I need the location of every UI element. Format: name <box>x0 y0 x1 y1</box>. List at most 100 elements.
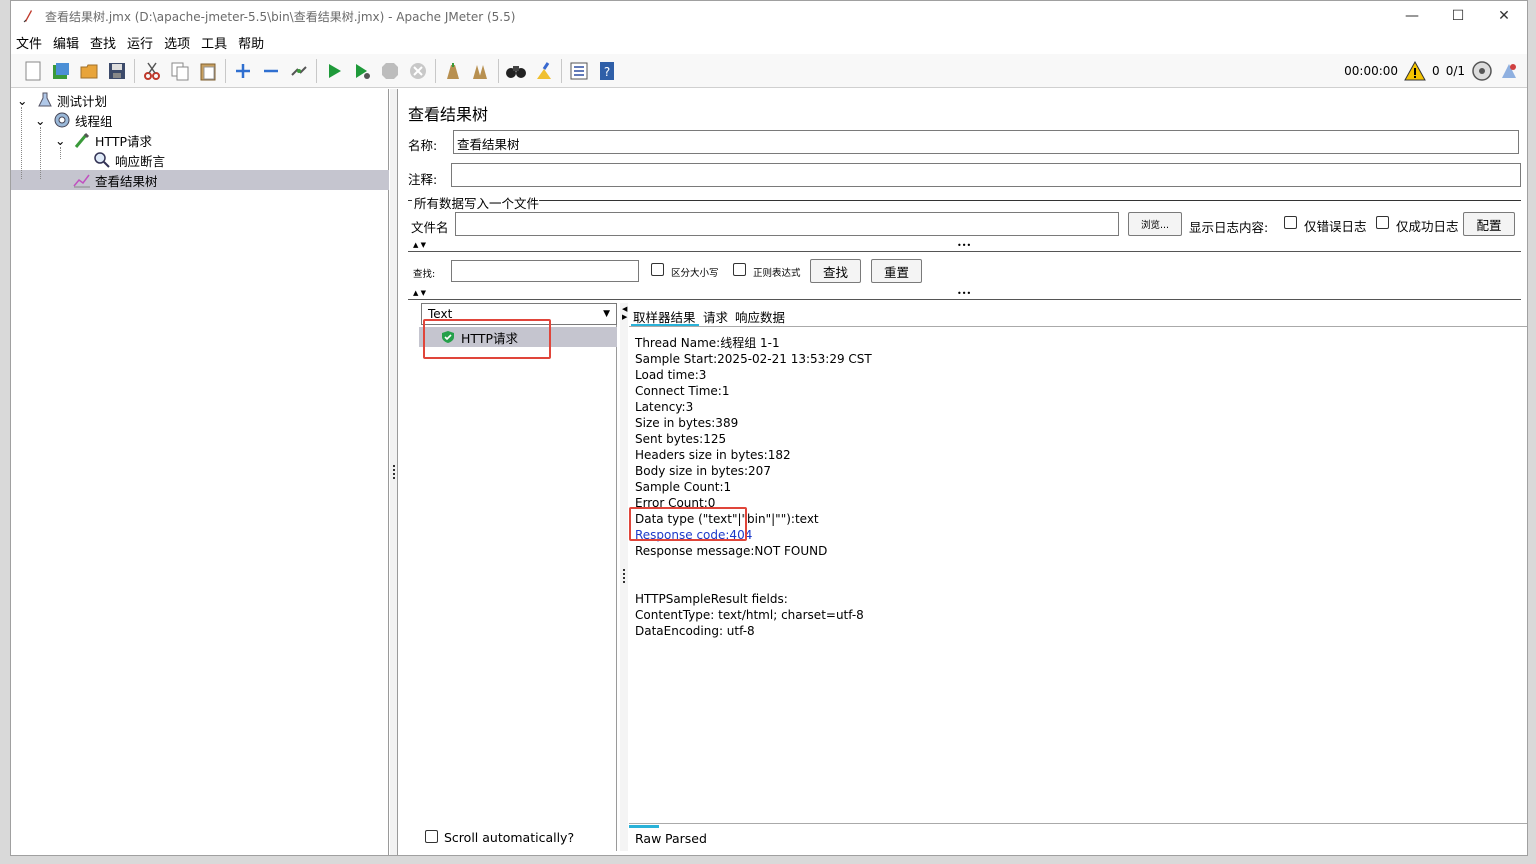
save-icon[interactable] <box>106 60 128 82</box>
jmeter-window: 查看结果树.jmx (D:\apache-jmeter-5.5\bin\查看结果… <box>10 0 1528 856</box>
detail-line: HTTPSampleResult fields: <box>635 592 788 606</box>
stop-icon[interactable] <box>379 60 401 82</box>
help-icon[interactable]: ? <box>596 60 618 82</box>
sample-results-list: Text ▼ HTTP请求 Scroll automatically? <box>419 303 617 851</box>
close-button[interactable]: ✕ <box>1481 1 1527 31</box>
detail-line: Sample Start:2025-02-21 13:53:29 CST <box>635 352 872 366</box>
jmeter-feather-icon <box>23 10 32 23</box>
detail-line: Size in bytes:389 <box>635 416 739 430</box>
regex-label: 正则表达式 <box>753 268 801 279</box>
dropdown-arrow-icon[interactable]: ▼ <box>603 309 610 319</box>
start-no-pauses-icon[interactable] <box>351 60 373 82</box>
shutdown-icon[interactable] <box>407 60 429 82</box>
success-only-checkbox[interactable] <box>1376 216 1389 229</box>
test-plan-tree: ⌄ 测试计划 ⌄ 线程组 ⌄ HTTP请求 响应断言 查看结果树 <box>11 89 389 855</box>
collapse-all-icon[interactable] <box>260 60 282 82</box>
detail-line: Connect Time:1 <box>635 384 730 398</box>
tree-item-http-request[interactable]: ⌄ HTTP请求 <box>55 130 152 150</box>
detail-line: Response message:NOT FOUND <box>635 544 828 558</box>
divider-grip-icon[interactable]: ••• <box>957 241 971 250</box>
tab-request[interactable]: 请求 <box>703 307 728 326</box>
panel-heading: 查看结果树 <box>408 105 489 124</box>
open-icon[interactable] <box>78 60 100 82</box>
tree-item-label: 查看结果树 <box>95 173 158 189</box>
divider-grip-icon[interactable]: ••• <box>957 289 971 298</box>
clear-all-icon[interactable] <box>470 60 492 82</box>
tab-raw[interactable]: Raw <box>635 831 661 846</box>
sampler-result-text: Thread Name:线程组 1-1 Sample Start:2025-02… <box>629 326 1527 824</box>
configure-button[interactable]: 配置 <box>1463 212 1515 236</box>
elapsed-timer: 00:00:00 <box>1344 64 1399 78</box>
detail-line: Body size in bytes:207 <box>635 464 771 478</box>
tree-item-thread-group[interactable]: ⌄ 线程组 <box>35 110 113 130</box>
paste-icon[interactable] <box>197 60 219 82</box>
errors-only-checkbox[interactable] <box>1284 216 1297 229</box>
comment-field[interactable] <box>451 163 1521 187</box>
menu-options[interactable]: 选项 <box>159 33 196 52</box>
remote-engine-icon[interactable] <box>1471 60 1493 82</box>
comment-label: 注释: <box>408 172 438 187</box>
browse-button[interactable]: 浏览... <box>1128 212 1182 236</box>
log-viewer-icon[interactable] <box>1499 61 1519 81</box>
expand-all-icon[interactable] <box>232 60 254 82</box>
copy-icon[interactable] <box>169 60 191 82</box>
errors-only-label: 仅错误日志 <box>1304 219 1367 234</box>
menu-bar: 文件 编辑 查找 运行 选项 工具 帮助 <box>11 32 1527 52</box>
regex-checkbox[interactable] <box>733 263 746 276</box>
reset-button[interactable]: 重置 <box>871 259 922 283</box>
file-section-title: 所有数据写入一个文件 <box>414 196 540 211</box>
detail-line: Headers size in bytes:182 <box>635 448 791 462</box>
warning-count: 0 <box>1432 64 1440 78</box>
tree-item-label: 测试计划 <box>57 93 108 109</box>
scroll-auto-checkbox[interactable] <box>425 830 438 843</box>
detail-line: Sample Count:1 <box>635 480 732 494</box>
tree-item-test-plan[interactable]: ⌄ 测试计划 <box>17 90 107 110</box>
case-sensitive-checkbox[interactable] <box>651 263 664 276</box>
name-field[interactable]: 查看结果树 <box>453 130 1519 154</box>
active-threads: 0/1 <box>1445 64 1465 78</box>
tree-item-response-assertion[interactable]: 响应断言 <box>91 150 165 170</box>
start-icon[interactable] <box>323 60 345 82</box>
maximize-button[interactable]: ☐ <box>1435 1 1481 31</box>
function-helper-icon[interactable] <box>568 60 590 82</box>
detail-line: Latency:3 <box>635 400 694 414</box>
templates-icon[interactable] <box>50 60 72 82</box>
expand-chevron-icon[interactable]: ⌄ <box>17 93 29 108</box>
filename-field[interactable] <box>455 212 1119 236</box>
collapse-arrows-icon[interactable]: ▲ ▼ <box>413 289 426 297</box>
search-binoculars-icon[interactable] <box>505 60 527 82</box>
magnifier-icon <box>94 152 110 168</box>
menu-search[interactable]: 查找 <box>85 33 122 52</box>
expand-chevron-icon[interactable]: ⌄ <box>35 113 47 128</box>
name-label: 名称: <box>408 138 438 153</box>
scroll-auto-label: Scroll automatically? <box>444 830 575 845</box>
menu-help[interactable]: 帮助 <box>233 33 270 52</box>
expand-chevron-icon[interactable]: ⌄ <box>55 133 67 148</box>
pane-splitter[interactable] <box>390 89 398 855</box>
menu-edit[interactable]: 编辑 <box>48 33 85 52</box>
tree-item-label: 线程组 <box>75 113 113 129</box>
find-button[interactable]: 查找 <box>810 259 861 283</box>
tab-response-data[interactable]: 响应数据 <box>735 307 785 326</box>
menu-tools[interactable]: 工具 <box>196 33 233 52</box>
success-only-label: 仅成功日志 <box>1396 219 1459 234</box>
new-icon[interactable] <box>22 60 44 82</box>
detail-line: DataEncoding: utf-8 <box>635 624 755 638</box>
list-detail-splitter[interactable]: ◀ ▶ <box>620 303 628 851</box>
tree-item-view-results-tree[interactable]: 查看结果树 <box>11 170 389 190</box>
clear-icon[interactable] <box>442 60 464 82</box>
minimize-button[interactable]: — <box>1389 1 1435 31</box>
menu-file[interactable]: 文件 <box>11 33 48 52</box>
search-input[interactable] <box>451 260 639 282</box>
gear-icon <box>54 112 70 128</box>
reset-search-icon[interactable] <box>533 60 555 82</box>
svg-text:?: ? <box>604 65 610 79</box>
toggle-icon[interactable] <box>288 60 310 82</box>
warning-icon[interactable] <box>1404 61 1426 81</box>
chart-icon <box>73 174 90 188</box>
cut-icon[interactable] <box>141 60 163 82</box>
menu-run[interactable]: 运行 <box>122 33 159 52</box>
detail-line: Sent bytes:125 <box>635 432 727 446</box>
collapse-arrows-icon[interactable]: ▲ ▼ <box>413 241 426 249</box>
tab-parsed[interactable]: Parsed <box>665 831 707 846</box>
